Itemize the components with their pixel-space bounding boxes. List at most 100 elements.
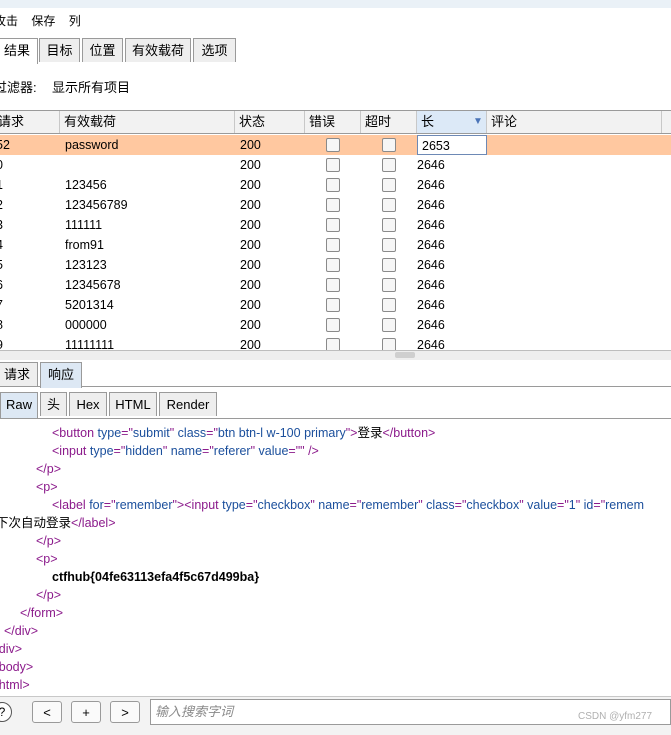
- cell-timeout: [382, 215, 396, 235]
- col-error[interactable]: 错误: [305, 111, 361, 133]
- tab-headers[interactable]: 头: [40, 392, 67, 416]
- cell-status: 200: [240, 338, 261, 351]
- cell-req: 1: [0, 175, 3, 195]
- code-token: id: [583, 498, 594, 512]
- cell-error: [326, 295, 340, 315]
- cell-timeout: [382, 195, 396, 215]
- code-line: </div>: [4, 622, 38, 640]
- tab-html[interactable]: HTML: [109, 392, 157, 416]
- code-token: =": [245, 498, 258, 512]
- error-checkbox: [326, 138, 340, 152]
- error-checkbox: [326, 298, 340, 312]
- table-row[interactable]: 52 password 200 2653: [0, 135, 671, 155]
- prev-match-button[interactable]: <: [32, 701, 62, 723]
- cell-timeout: [382, 335, 396, 351]
- code-token: ctfhub{04fe63113efa4f5c67d499ba}: [52, 570, 260, 584]
- table-row[interactable]: 9 11111111 200 2646: [0, 335, 671, 351]
- help-icon[interactable]: ?: [0, 702, 12, 722]
- cell-req: 3: [0, 215, 3, 235]
- next-match-button[interactable]: >: [110, 701, 140, 723]
- code-token: </label>: [71, 516, 116, 530]
- cell-status: 200: [240, 138, 261, 152]
- add-button[interactable]: +: [71, 701, 101, 723]
- code-token: ": [169, 426, 178, 440]
- tab-positions[interactable]: 位置: [82, 38, 123, 62]
- col-length-label: 长: [421, 114, 435, 129]
- code-line: 下次自动登录</label>: [0, 514, 116, 532]
- table-row[interactable]: 8 000000 200 2646: [0, 315, 671, 335]
- tab-options[interactable]: 选项: [193, 38, 236, 62]
- error-checkbox: [326, 258, 340, 272]
- col-length[interactable]: 长 ▼: [417, 111, 487, 133]
- table-row[interactable]: 2 123456789 200 2646: [0, 195, 671, 215]
- table-row[interactable]: 3 111111 200 2646: [0, 215, 671, 235]
- col-timeout[interactable]: 超时: [361, 111, 417, 133]
- window-top-strip: [0, 0, 671, 8]
- results-table-header: 请求 有效载荷 状态 错误 超时 长 ▼ 评论: [0, 111, 671, 134]
- table-row[interactable]: 4 from91 200 2646: [0, 235, 671, 255]
- splitter-grip[interactable]: [395, 352, 415, 358]
- code-token: =": [103, 498, 116, 512]
- tab-hex[interactable]: Hex: [69, 392, 107, 416]
- code-token: ">: [345, 426, 358, 440]
- code-token: for: [89, 498, 104, 512]
- table-row[interactable]: 0 200 2646: [0, 155, 671, 175]
- tab-request[interactable]: 请求: [0, 362, 38, 386]
- menu-save[interactable]: 保存: [31, 12, 55, 29]
- code-token: =": [593, 498, 606, 512]
- response-raw-view[interactable]: <button type="submit" class="btn btn-l w…: [0, 420, 671, 696]
- code-token: type: [97, 426, 122, 440]
- cell-status: 200: [240, 198, 261, 212]
- tab-payloads[interactable]: 有效载荷: [125, 38, 191, 62]
- menu-attack[interactable]: 攻击: [0, 12, 18, 29]
- cell-length: 2646: [417, 158, 445, 172]
- code-token: <p>: [36, 480, 58, 494]
- cell-timeout: [382, 175, 396, 195]
- code-line: <button type="submit" class="btn btn-l w…: [52, 424, 435, 442]
- table-row[interactable]: 1 123456 200 2646: [0, 175, 671, 195]
- code-token: ": [162, 444, 171, 458]
- col-status[interactable]: 状态: [235, 111, 305, 133]
- timeout-checkbox: [382, 178, 396, 192]
- tab-response[interactable]: 响应: [40, 362, 82, 388]
- cell-status: 200: [240, 238, 261, 252]
- code-token: class: [426, 498, 455, 512]
- view-tab-bar: Raw 头 Hex HTML Render: [0, 392, 671, 419]
- filter-bar[interactable]: 过滤器: 显示所有项目: [0, 64, 671, 108]
- cell-status: 200: [240, 318, 261, 332]
- code-token: ="" />: [288, 444, 319, 458]
- cell-status: 200: [240, 278, 261, 292]
- cell-length: 2646: [417, 298, 445, 312]
- cell-payload: 123456789: [65, 198, 128, 212]
- col-request[interactable]: 请求: [0, 111, 60, 133]
- code-line: <p>: [36, 550, 58, 568]
- cell-status: 200: [240, 298, 261, 312]
- code-token: =": [454, 498, 467, 512]
- code-token: 下次自动登录: [0, 516, 72, 530]
- error-checkbox: [326, 198, 340, 212]
- tab-results[interactable]: 结果: [0, 38, 38, 64]
- col-payload[interactable]: 有效载荷: [60, 111, 235, 133]
- timeout-checkbox: [382, 138, 396, 152]
- code-line: </div>: [0, 640, 22, 658]
- tab-target[interactable]: 目标: [39, 38, 80, 62]
- table-row[interactable]: 6 12345678 200 2646: [0, 275, 671, 295]
- code-token: 1: [568, 498, 576, 512]
- col-comment[interactable]: 评论: [487, 111, 662, 133]
- code-line: <p>: [36, 478, 58, 496]
- code-token: remem: [605, 498, 645, 512]
- code-token: 登录: [357, 426, 383, 440]
- table-row[interactable]: 5 123123 200 2646: [0, 255, 671, 275]
- code-token: </p>: [36, 588, 62, 602]
- table-row[interactable]: 7 5201314 200 2646: [0, 295, 671, 315]
- tab-raw[interactable]: Raw: [0, 392, 38, 418]
- cell-req: 6: [0, 275, 3, 295]
- cell-error: [326, 195, 340, 215]
- menu-columns[interactable]: 列: [69, 12, 81, 29]
- code-token: checkbox: [466, 498, 520, 512]
- code-token: remember: [115, 498, 173, 512]
- filter-value[interactable]: 显示所有项目: [52, 77, 130, 96]
- timeout-checkbox: [382, 278, 396, 292]
- cell-timeout: [382, 155, 396, 175]
- tab-render[interactable]: Render: [159, 392, 217, 416]
